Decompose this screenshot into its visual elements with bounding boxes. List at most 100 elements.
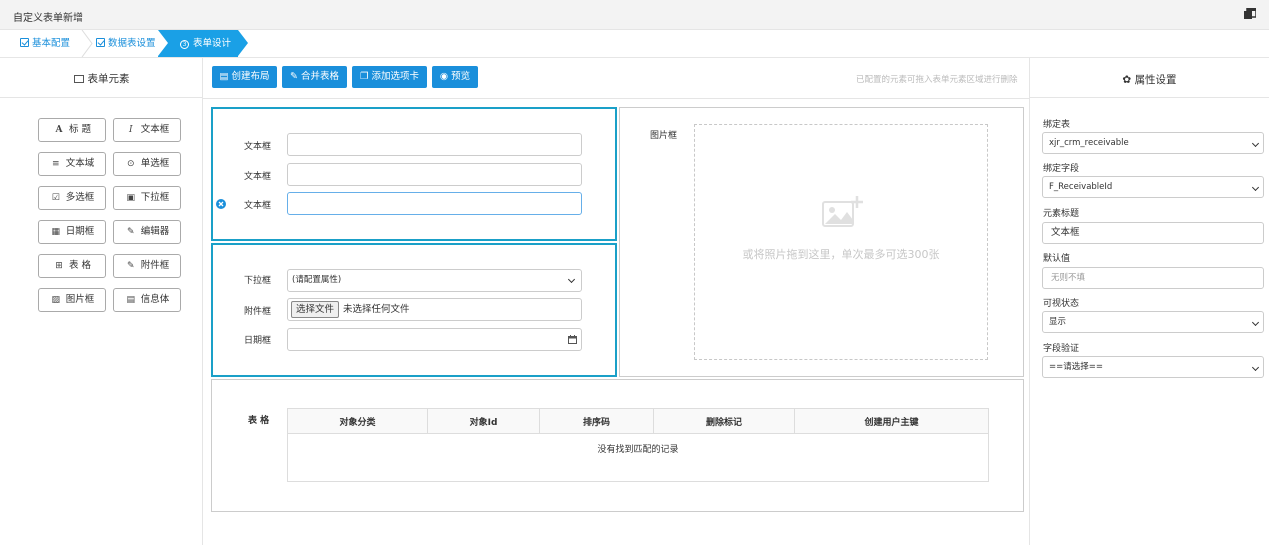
layout-icon: ▤ — [219, 71, 232, 82]
date-input[interactable] — [287, 328, 582, 351]
chevron-right-icon — [81, 30, 93, 57]
tool-table[interactable]: ⊞ 表 格 — [38, 254, 106, 278]
merge-table-button[interactable]: ✎ 合并表格 — [282, 66, 347, 88]
form-elements-header: 表单元素 — [0, 58, 203, 98]
tool-info-body[interactable]: ▤ 信息体 — [113, 288, 181, 312]
tool-label: 附件框 — [140, 260, 170, 271]
tool-image[interactable]: ▨ 图片框 — [38, 288, 106, 312]
column-header[interactable]: 排序码 — [539, 408, 654, 434]
tool-label: 单选框 — [140, 158, 170, 169]
select-dropdown[interactable]: (请配置属性) — [287, 269, 582, 292]
window-title: 自定义表单新增 — [13, 13, 83, 24]
wrench-icon: ✎ — [290, 71, 301, 82]
text2-input[interactable] — [287, 163, 582, 186]
step-number-icon: 3 — [180, 40, 189, 49]
italic-icon: I — [128, 125, 133, 135]
toolbar-hint: 已配置的元素可拖入表单元素区域进行删除 — [856, 75, 1018, 85]
file-label: 附件框 — [244, 307, 272, 317]
tool-editor[interactable]: ✎ 编辑器 — [113, 220, 181, 244]
select-label: 下拉框 — [244, 276, 272, 286]
column-header[interactable]: 对象Id — [427, 408, 540, 434]
check-icon — [20, 38, 29, 47]
preview-button[interactable]: ◉ 预览 — [432, 66, 478, 88]
button-label: 添加选项卡 — [371, 71, 420, 82]
panel-title: 属性设置 — [1134, 74, 1177, 86]
column-header[interactable]: 对象分类 — [287, 408, 428, 434]
tool-label: 文本框 — [140, 124, 170, 135]
add-image-icon — [822, 196, 863, 227]
bind-field-select[interactable]: F_ReceivableId — [1042, 176, 1264, 198]
remove-icon[interactable] — [216, 199, 226, 209]
default-value-input[interactable]: 无则不填 — [1042, 267, 1264, 289]
text3-input[interactable] — [287, 192, 582, 215]
image-dropzone[interactable] — [694, 124, 988, 360]
column-header[interactable]: 创建用户主键 — [794, 408, 989, 434]
select-value: xjr_crm_receivable — [1049, 138, 1129, 148]
chevron-down-icon — [1251, 139, 1260, 148]
paperclip-icon: ✎ — [126, 261, 135, 271]
step-table-settings[interactable]: 数据表设置 — [96, 30, 156, 57]
select-value: F_ReceivableId — [1049, 182, 1113, 192]
bind-table-select[interactable]: xjr_crm_receivable — [1042, 132, 1264, 154]
divider — [1029, 58, 1030, 545]
tool-date[interactable]: ▦ 日期框 — [38, 220, 106, 244]
tool-label: 多选框 — [65, 192, 95, 203]
add-tab-button[interactable]: ❐ 添加选项卡 — [352, 66, 427, 88]
panel-title: 表单元素 — [87, 73, 130, 85]
visible-state-label: 可视状态 — [1043, 299, 1080, 309]
tool-radio[interactable]: ⊙ 单选框 — [113, 152, 181, 176]
radio-icon: ⊙ — [126, 159, 135, 169]
title-icon: A — [55, 125, 63, 135]
chevron-down-icon — [1251, 363, 1260, 372]
select-value: ==请选择== — [1049, 362, 1103, 372]
choose-file-button[interactable]: 选择文件 — [291, 301, 340, 318]
text1-input[interactable] — [287, 133, 582, 156]
text3-label: 文本框 — [244, 201, 272, 211]
wizard-steps: 基本配置 数据表设置 3 表单设计 — [0, 30, 1269, 58]
property-header: ✿ 属性设置 — [1030, 58, 1269, 98]
step-form-design[interactable]: 3 表单设计 — [158, 30, 248, 57]
element-title-input[interactable]: 文本框 — [1042, 222, 1264, 244]
create-layout-button[interactable]: ▤ 创建布局 — [212, 66, 277, 88]
table-row: 没有找到匹配的记录 — [287, 433, 989, 482]
eye-icon: ◉ — [439, 71, 452, 82]
image-label: 图片框 — [650, 131, 678, 141]
table-icon: ⊞ — [55, 261, 63, 271]
upload-hint: 或将照片拖到这里，单次最多可选300张 — [742, 248, 940, 261]
list-icon: ≡ — [51, 159, 60, 169]
file-input[interactable]: 选择文件 未选择任何文件 — [287, 298, 582, 321]
calendar-icon: ▦ — [51, 227, 60, 237]
step-label: 数据表设置 — [108, 38, 156, 49]
default-value-label: 默认值 — [1043, 254, 1071, 264]
bind-table-label: 绑定表 — [1043, 120, 1071, 130]
data-table: 对象分类 对象Id 排序码 删除标记 创建用户主键 没有找到匹配的记录 — [287, 408, 989, 482]
empty-message: 没有找到匹配的记录 — [287, 433, 989, 482]
date-label: 日期框 — [244, 336, 272, 346]
window-titlebar: 自定义表单新增 — [0, 0, 1269, 30]
tool-attachment[interactable]: ✎ 附件框 — [113, 254, 181, 278]
calendar-icon — [568, 335, 577, 344]
visible-state-select[interactable]: 显示 — [1042, 311, 1264, 333]
copy-icon: ❐ — [359, 71, 372, 82]
element-title-label: 元素标题 — [1043, 209, 1080, 219]
column-header[interactable]: 删除标记 — [653, 408, 795, 434]
field-validation-select[interactable]: ==请选择== — [1042, 356, 1264, 378]
tool-label: 编辑器 — [140, 226, 170, 237]
tool-textbox[interactable]: I 文本框 — [113, 118, 181, 142]
tool-dropdown[interactable]: ▣ 下拉框 — [113, 186, 181, 210]
tool-label: 标 题 — [68, 124, 92, 135]
tool-title[interactable]: A标 题 — [38, 118, 106, 142]
step-label: 基本配置 — [32, 38, 71, 49]
dropdown-icon: ▣ — [126, 193, 135, 203]
restore-window-icon[interactable] — [1244, 8, 1256, 20]
book-icon: ▤ — [126, 295, 135, 305]
text1-label: 文本框 — [244, 142, 272, 152]
chevron-down-icon — [567, 275, 576, 284]
tool-checkbox[interactable]: ☑ 多选框 — [38, 186, 106, 210]
tool-textarea[interactable]: ≡ 文本域 — [38, 152, 106, 176]
bind-field-label: 绑定字段 — [1043, 164, 1080, 174]
file-status: 未选择任何文件 — [343, 304, 410, 315]
button-label: 创建布局 — [231, 71, 270, 82]
step-basic-config[interactable]: 基本配置 — [20, 30, 70, 57]
text2-label: 文本框 — [244, 172, 272, 182]
